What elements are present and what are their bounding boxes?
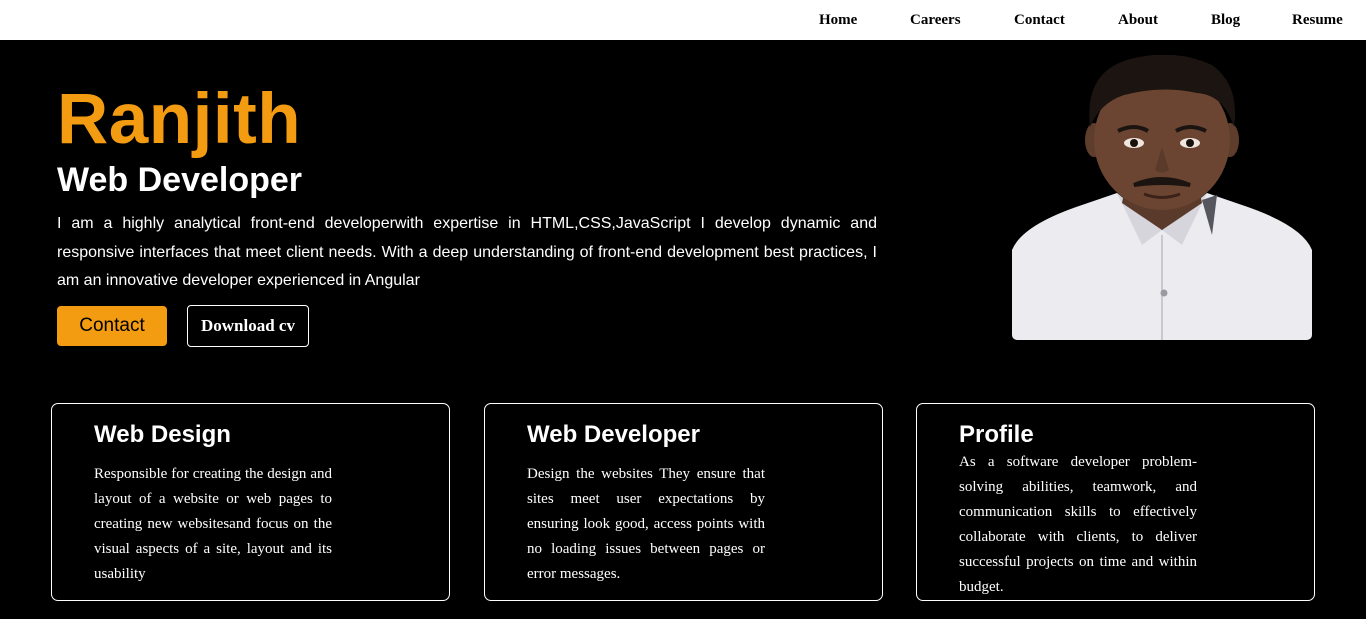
profile-photo-illustration bbox=[1012, 55, 1312, 340]
profile-photo bbox=[1012, 55, 1312, 340]
nav-link-blog[interactable]: Blog bbox=[1211, 11, 1240, 29]
nav-link-home[interactable]: Home bbox=[819, 11, 857, 29]
card-profile: Profile As a software developer problem-… bbox=[916, 403, 1315, 601]
hero-role: Web Developer bbox=[57, 161, 303, 199]
hero-name: Ranjith bbox=[57, 80, 302, 159]
card-title: Web Design bbox=[94, 421, 231, 448]
nav-link-about[interactable]: About bbox=[1118, 11, 1158, 29]
card-web-design: Web Design Responsible for creating the … bbox=[51, 403, 450, 601]
nav-link-contact[interactable]: Contact bbox=[1014, 11, 1065, 29]
card-text: As a software developer problem-solving … bbox=[959, 454, 1197, 595]
card-web-developer: Web Developer Design the websites They e… bbox=[484, 403, 883, 601]
download-cv-button[interactable]: Download cv bbox=[187, 305, 309, 347]
card-title: Profile bbox=[959, 421, 1034, 448]
hero-description: I am a highly analytical front-end devel… bbox=[57, 215, 877, 289]
top-navigation: Home Careers Contact About Blog Resume bbox=[0, 0, 1366, 40]
nav-link-careers[interactable]: Careers bbox=[910, 11, 961, 29]
nav-link-resume[interactable]: Resume bbox=[1292, 11, 1343, 29]
card-text: Responsible for creating the design and … bbox=[94, 466, 332, 582]
card-title: Web Developer bbox=[527, 421, 700, 448]
contact-button[interactable]: Contact bbox=[57, 306, 167, 346]
card-text: Design the websites They ensure that sit… bbox=[527, 466, 765, 582]
